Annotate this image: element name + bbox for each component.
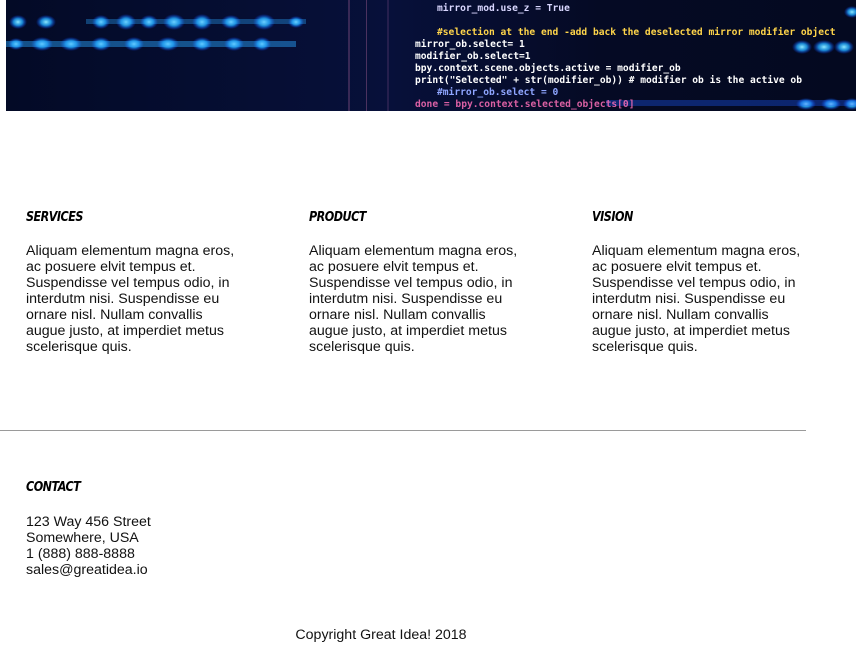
contact-street: 123 Way 456 Street <box>26 514 151 530</box>
contact-section: Contact 123 Way 456 Street Somewhere, US… <box>26 480 326 578</box>
section-divider <box>0 430 806 431</box>
code-line: #mirror_ob.select = 0 <box>437 87 559 98</box>
code-line: mirror_mod.use_z = True <box>437 3 570 14</box>
feature-vision: Vision Aliquam elementum magna eros, ac … <box>592 210 812 355</box>
feature-description: Aliquam elementum magna eros, ac posuere… <box>309 243 518 355</box>
code-line: mirror_ob.select= 1 <box>415 39 525 50</box>
contact-details: 123 Way 456 Street Somewhere, USA 1 (888… <box>26 514 326 578</box>
feature-title: Vision <box>592 210 633 225</box>
page: mirror_mod.use_z = True #selection at th… <box>0 0 857 668</box>
code-line: bpy.context.scene.objects.active = modif… <box>415 63 681 74</box>
contact-email: sales@greatidea.io <box>26 562 148 578</box>
footer-copyright: Copyright Great Idea! 2018 <box>295 627 467 643</box>
hero-code-image: mirror_mod.use_z = True #selection at th… <box>6 0 856 111</box>
code-line: modifier_ob.select=1 <box>415 51 531 62</box>
contact-phone: 1 (888) 888-8888 <box>26 546 135 562</box>
contact-city: Somewhere, USA <box>26 530 139 546</box>
code-line: #selection at the end -add back the dese… <box>437 27 836 38</box>
feature-title: Product <box>309 210 366 225</box>
feature-product: Product Aliquam elementum magna eros, ac… <box>309 210 529 355</box>
code-line: done = bpy.context.selected_objects[0] <box>415 99 635 110</box>
contact-title: Contact <box>26 480 81 495</box>
feature-description: Aliquam elementum magna eros, ac posuere… <box>592 243 801 355</box>
feature-services: Services Aliquam elementum magna eros, a… <box>26 210 246 355</box>
feature-description: Aliquam elementum magna eros, ac posuere… <box>26 243 235 355</box>
footer: Copyright Great Idea! 2018 <box>0 627 762 643</box>
code-line: print("Selected" + str(modifier_ob)) # m… <box>415 75 802 86</box>
code-snippet: mirror_mod.use_z = True #selection at th… <box>6 0 856 111</box>
feature-title: Services <box>26 210 83 225</box>
